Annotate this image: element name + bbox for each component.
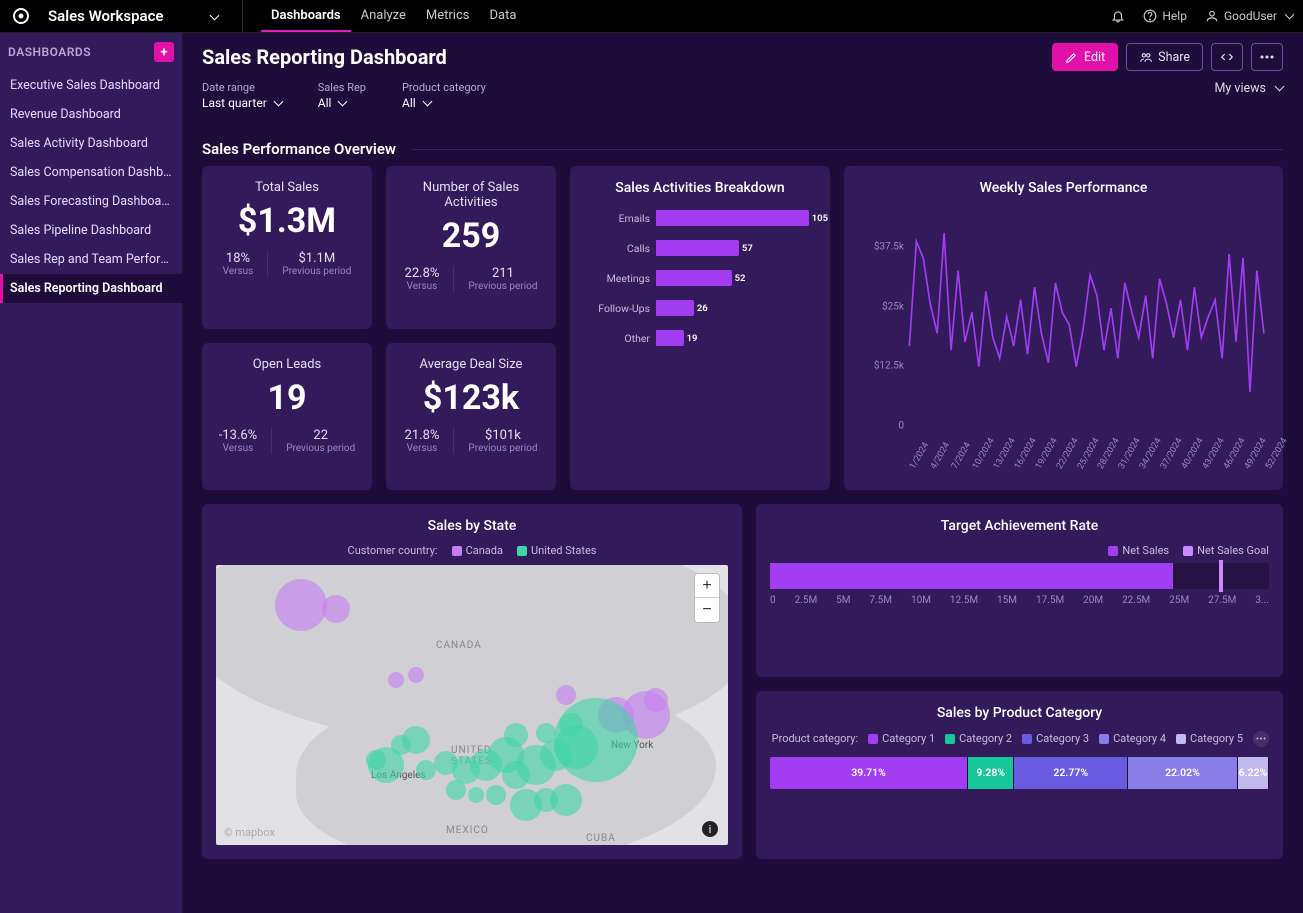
kpi-deal-size[interactable]: Average Deal Size $123k 21.8%Versus $101… [386, 343, 556, 491]
hbar-row: Emails105 [584, 210, 816, 226]
user-menu[interactable]: GoodUser [1205, 9, 1293, 23]
chevron-down-icon [335, 96, 346, 110]
chart-target-achievement[interactable]: Target Achievement Rate Net Sales Net Sa… [756, 504, 1283, 677]
map-bubble [408, 667, 424, 683]
nav-data[interactable]: Data [479, 0, 526, 32]
map-bubble [275, 579, 327, 631]
map-bubble [416, 760, 436, 780]
chevron-down-icon [1282, 9, 1293, 23]
chart-activities-breakdown[interactable]: Sales Activities Breakdown Emails105Call… [570, 166, 830, 490]
kpi-total-sales[interactable]: Total Sales $1.3M 18%Versus $1.1MPreviou… [202, 166, 372, 329]
topbar-right: Help GoodUser [1111, 9, 1293, 23]
sidebar-item[interactable]: Revenue Dashboard [0, 100, 182, 129]
kpi-open-leads[interactable]: Open Leads 19 -13.6%Versus 22Previous pe… [202, 343, 372, 491]
top-nav: Dashboards Analyze Metrics Data [261, 0, 526, 32]
sidebar-item[interactable]: Sales Pipeline Dashboard [0, 216, 182, 245]
cat-segment: 9.28% [968, 757, 1014, 789]
nav-dashboards[interactable]: Dashboards [261, 0, 351, 32]
chevron-down-icon [1272, 81, 1283, 96]
chart-sales-by-state[interactable]: Sales by State Customer country: Canada … [202, 504, 742, 859]
filter-sales-rep[interactable]: Sales Rep All [318, 81, 366, 110]
hbar-row: Other19 [584, 330, 816, 346]
map-bubble [366, 750, 386, 770]
cat-segment: 22.77% [1014, 757, 1128, 789]
legend-overflow-icon[interactable] [1253, 731, 1269, 747]
chevron-down-icon [207, 7, 218, 25]
target-legend: Net Sales Net Sales Goal [770, 544, 1269, 557]
map-bubble [559, 713, 583, 737]
map-bubble [536, 723, 556, 743]
divider [412, 149, 1283, 150]
sidebar-item[interactable]: Sales Activity Dashboard [0, 129, 182, 158]
map-bubble [388, 672, 404, 688]
more-button[interactable] [1251, 43, 1283, 71]
map-info-icon[interactable]: i [702, 821, 718, 837]
section-title: Sales Performance Overview [202, 140, 396, 158]
kpi-activities[interactable]: Number of Sales Activities 259 22.8%Vers… [386, 166, 556, 329]
my-views-button[interactable]: My views [1215, 81, 1284, 96]
map-bubble [644, 688, 668, 712]
chevron-down-icon [271, 96, 282, 110]
nav-metrics[interactable]: Metrics [416, 0, 480, 32]
hbar-row: Follow-Ups26 [584, 300, 816, 316]
help-button[interactable]: Help [1143, 9, 1187, 23]
map-bubble [550, 784, 582, 816]
page-title: Sales Reporting Dashboard [202, 45, 447, 69]
cat-legend: Product category: Category 1 Category 2 … [770, 731, 1269, 747]
map-bubble [504, 723, 528, 747]
content-area: Sales Reporting Dashboard Edit Share [182, 33, 1303, 913]
sidebar: DASHBOARDS + Executive Sales DashboardRe… [0, 33, 182, 913]
chevron-down-icon [420, 96, 431, 110]
sidebar-item[interactable]: Executive Sales Dashboard [0, 71, 182, 100]
sidebar-item[interactable]: Sales Compensation Dashboard [0, 158, 182, 187]
map-legend: Customer country: Canada United States [216, 544, 728, 557]
hbar-row: Meetings52 [584, 270, 816, 286]
hbar-row: Calls57 [584, 240, 816, 256]
share-label: Share [1158, 50, 1190, 65]
map-zoom-out[interactable]: − [695, 598, 719, 622]
filter-product-category[interactable]: Product category All [402, 81, 486, 110]
map-zoom-controls: + − [694, 573, 720, 623]
cat-segment: 39.71% [770, 757, 968, 789]
edit-label: Edit [1084, 50, 1105, 65]
filter-date-range[interactable]: Date range Last quarter [202, 81, 282, 110]
notifications-button[interactable] [1111, 9, 1125, 23]
user-name: GoodUser [1224, 9, 1277, 23]
map-attribution: © mapbox [224, 826, 275, 839]
sidebar-item[interactable]: Sales Reporting Dashboard [0, 274, 182, 303]
sidebar-item[interactable]: Sales Rep and Team Perform... [0, 245, 182, 274]
map-bubble [556, 685, 576, 705]
sidebar-title: DASHBOARDS [8, 45, 91, 59]
map-zoom-in[interactable]: + [695, 574, 719, 598]
sidebar-item[interactable]: Sales Forecasting Dashboard [0, 187, 182, 216]
workspace-name: Sales Workspace [48, 7, 163, 25]
edit-button[interactable]: Edit [1052, 43, 1118, 71]
app-logo[interactable] [10, 5, 32, 27]
cat-segment: 6.22% [1238, 757, 1269, 789]
nav-analyze[interactable]: Analyze [351, 0, 416, 32]
share-button[interactable]: Share [1126, 43, 1203, 71]
workspace-switcher[interactable]: Sales Workspace [48, 0, 243, 32]
topbar: Sales Workspace Dashboards Analyze Metri… [0, 0, 1303, 33]
map-bubble [446, 780, 466, 800]
cat-segment: 22.02% [1128, 757, 1238, 789]
map-canvas[interactable]: CANADA UNITED STATES MEXICO CUBA New Yor… [216, 565, 728, 845]
map-bubble [486, 785, 506, 805]
chart-weekly-sales[interactable]: Weekly Sales Performance 0$12.5k$25k$37.… [844, 166, 1283, 490]
map-bubble [322, 595, 350, 623]
embed-button[interactable] [1211, 43, 1243, 71]
add-dashboard-button[interactable]: + [154, 42, 174, 62]
chart-sales-by-category[interactable]: Sales by Product Category Product catego… [756, 691, 1283, 860]
help-label: Help [1162, 9, 1187, 23]
map-bubble [434, 751, 458, 775]
map-bubble [468, 787, 484, 803]
filters-bar: Date range Last quarter Sales Rep All Pr… [182, 77, 1303, 120]
